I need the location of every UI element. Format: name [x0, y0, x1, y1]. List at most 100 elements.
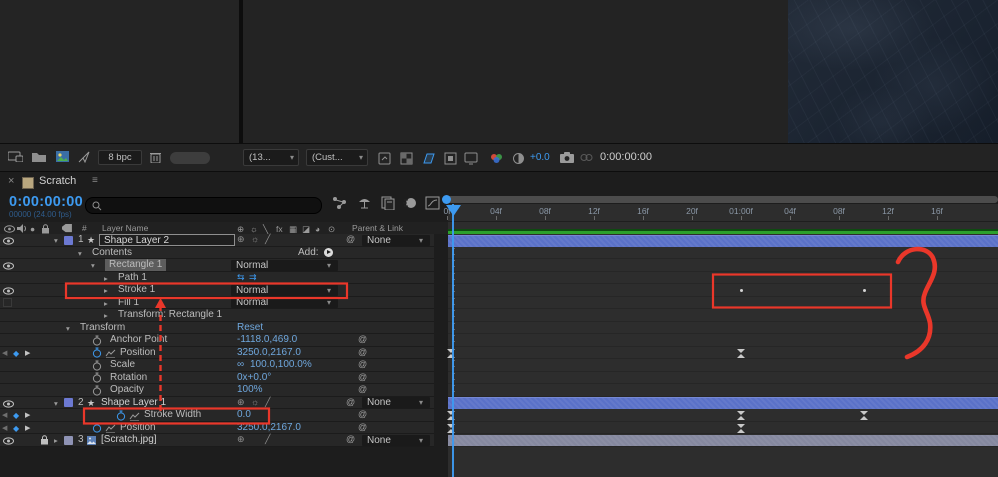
channels-icon[interactable]: [490, 153, 504, 164]
stopwatch-icon[interactable]: [92, 347, 102, 359]
stopwatch-icon[interactable]: [116, 410, 126, 422]
track-row[interactable]: I: [448, 259, 998, 272]
property-row[interactable]: ▸ Transform: Rectangle 1: [0, 309, 434, 322]
layer-switch-icon[interactable]: ⊕: [237, 397, 245, 409]
rocket-icon[interactable]: [78, 151, 90, 163]
layer-name[interactable]: Shape Layer 2: [99, 234, 235, 246]
prev-keyframe-arrow[interactable]: ◀: [2, 410, 7, 422]
track-row[interactable]: [447, 422, 998, 434]
property-row[interactable]: Opacity 100% @: [0, 384, 434, 397]
track-row[interactable]: I: [448, 297, 998, 309]
label-color-swatch[interactable]: [64, 235, 73, 245]
image-icon[interactable]: [56, 151, 69, 162]
property-row[interactable]: ◀ ◆ ▶ Position 3250.0,2167.0 @: [0, 346, 434, 360]
property-name[interactable]: Contents: [92, 247, 132, 259]
track-row[interactable]: I: [448, 359, 998, 372]
search-input[interactable]: [85, 197, 322, 214]
layer-switch-icon[interactable]: ⊕: [237, 434, 245, 446]
expander-icon[interactable]: ▾: [66, 323, 70, 335]
stopwatch-icon[interactable]: [92, 422, 102, 434]
prev-keyframe-arrow[interactable]: ◀: [2, 348, 7, 360]
exposure-icon[interactable]: [512, 152, 525, 165]
property-row[interactable]: ◀ ◆ ▶ Position 3250.0,2167.0 @: [0, 421, 434, 435]
property-pickwhip-icon[interactable]: @: [358, 347, 367, 359]
blend-mode-dropdown[interactable]: Normal ▾: [231, 284, 338, 296]
prev-keyframe-arrow[interactable]: ◀: [2, 423, 7, 435]
expander-icon[interactable]: ▸: [54, 435, 58, 447]
expander-icon[interactable]: ▾: [78, 248, 82, 260]
time-navigator[interactable]: [442, 195, 998, 204]
property-name[interactable]: Anchor Point: [110, 334, 167, 346]
property-row[interactable]: ▸ Path 1 ⇆ ⇉: [0, 271, 434, 285]
add-control[interactable]: Add:: [298, 247, 333, 259]
label-color-swatch[interactable]: [64, 398, 73, 407]
property-name[interactable]: Rectangle 1: [105, 259, 167, 271]
property-value[interactable]: 0x+0.0°: [237, 372, 271, 384]
trash-icon[interactable]: [150, 151, 161, 163]
time-ruler[interactable]: 0f 04f 08f 12f 16f 20f 01:00f 04f 08f 12f 16f: [443, 204, 998, 222]
frame-blending-icon[interactable]: [381, 196, 395, 210]
property-pickwhip-icon[interactable]: @: [358, 334, 367, 346]
property-graph-icon[interactable]: [129, 411, 140, 423]
property-name[interactable]: Path 1: [118, 272, 147, 284]
screenshare-icon[interactable]: [8, 151, 23, 162]
layer-switch-icon[interactable]: ☼: [251, 234, 259, 246]
expander-icon[interactable]: ▸: [104, 285, 108, 297]
property-name[interactable]: Transform: Rectangle 1: [118, 309, 222, 321]
layer-row[interactable]: ▾ 2 ★ Shape Layer 1 ⊕ ☼ ╱ @ None ▾: [0, 396, 434, 410]
comp-flowchart-icon[interactable]: [332, 196, 348, 210]
track-row[interactable]: I: [448, 284, 998, 297]
parent-dropdown[interactable]: None ▾: [362, 234, 430, 246]
folder-icon[interactable]: [32, 151, 46, 162]
blend-mode-dropdown[interactable]: Normal ▾: [231, 259, 338, 271]
parent-dropdown[interactable]: None ▾: [362, 434, 430, 446]
property-row[interactable]: Rotation 0x+0.0° @: [0, 371, 434, 384]
expander-icon[interactable]: ▾: [54, 398, 58, 410]
layer-switch-icon[interactable]: ╱: [265, 234, 270, 246]
label-color-swatch[interactable]: [64, 435, 73, 445]
mask-visibility-icon[interactable]: [444, 152, 457, 165]
track-row[interactable]: I: [448, 309, 998, 322]
expander-icon[interactable]: ▾: [91, 260, 95, 272]
layer-switch-icon[interactable]: ╱: [265, 434, 270, 446]
stopwatch-icon[interactable]: [92, 360, 102, 372]
property-name[interactable]: Position: [120, 422, 156, 434]
draft-3d-icon[interactable]: [357, 196, 372, 210]
track-row[interactable]: I: [448, 247, 998, 259]
navigator-start-handle[interactable]: [442, 195, 451, 204]
layer-row[interactable]: ▾ 1 ★ Shape Layer 2 ⊕ ☼ ╱ @ None ▾: [0, 234, 434, 247]
expander-icon[interactable]: ▸: [104, 273, 108, 285]
property-name[interactable]: Position: [120, 347, 156, 359]
layer-row[interactable]: ▸ 3 [Scratch.jpg] ⊕ ╱ @ None ▾: [0, 434, 434, 447]
snapshot-camera-icon[interactable]: [560, 152, 574, 163]
property-graph-icon[interactable]: [105, 423, 116, 435]
property-row[interactable]: ▸ Stroke 1 Normal ▾: [0, 284, 434, 297]
preview-monitor-icon[interactable]: [464, 152, 478, 165]
show-snapshot-icon[interactable]: [580, 152, 593, 163]
property-value[interactable]: -1118.0,469.0: [237, 334, 297, 346]
track-row[interactable]: [448, 397, 998, 409]
roi-icon[interactable]: [422, 152, 436, 165]
tab-scratch[interactable]: Scratch: [39, 175, 76, 187]
eye-well[interactable]: [3, 298, 12, 307]
transparency-grid-icon[interactable]: [400, 152, 413, 165]
property-pickwhip-icon[interactable]: @: [358, 409, 367, 421]
magnification-dropdown[interactable]: (13... ▾: [243, 149, 299, 166]
layer-switch-icon[interactable]: ☼: [251, 397, 259, 409]
expander-icon[interactable]: ▸: [104, 298, 108, 310]
path-direction-icons[interactable]: ⇆ ⇉: [237, 272, 258, 284]
layer-name[interactable]: [Scratch.jpg]: [101, 434, 157, 446]
property-row[interactable]: ▸ Fill 1 Normal ▾: [0, 296, 434, 310]
property-row[interactable]: Anchor Point -1118.0,469.0 @: [0, 334, 434, 347]
layer-switch-icon[interactable]: ⊕: [237, 234, 245, 246]
property-row[interactable]: Scale ∞ 100.0,100.0% @: [0, 359, 434, 372]
expander-icon[interactable]: ▸: [104, 310, 108, 322]
expander-icon[interactable]: ▾: [54, 235, 58, 247]
track-row[interactable]: I: [448, 334, 998, 347]
keyframe-icon[interactable]: [737, 411, 745, 420]
bit-depth-button[interactable]: 8 bpc: [98, 150, 142, 165]
layer-duration-bar[interactable]: [448, 397, 998, 409]
resolution-dropdown[interactable]: (Cust... ▾: [306, 149, 368, 166]
property-row[interactable]: ▾ Contents Add:: [0, 246, 434, 260]
property-row[interactable]: ◀ ◆ ▶ Stroke Width 0.0 @: [0, 409, 434, 422]
